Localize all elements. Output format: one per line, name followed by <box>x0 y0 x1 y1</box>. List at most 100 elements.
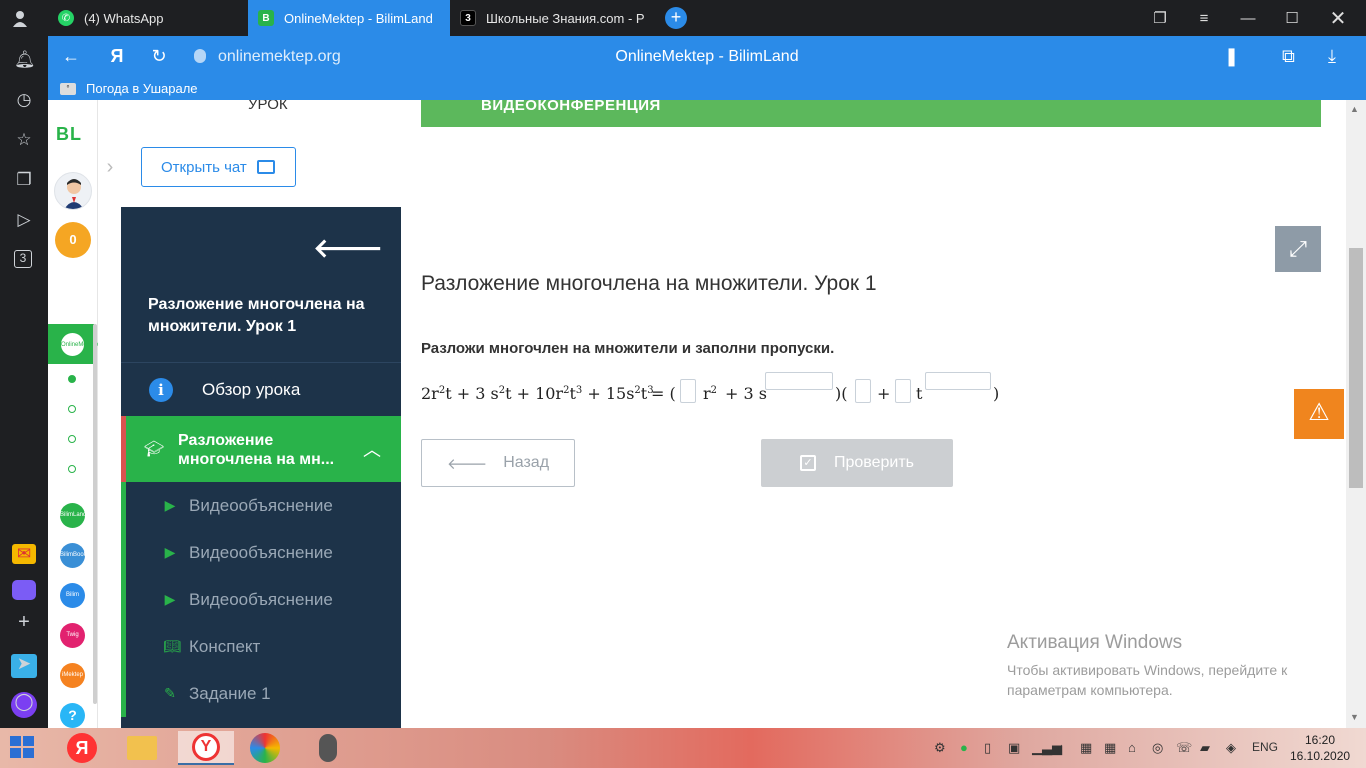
eq-plus: + <box>877 384 891 403</box>
file-explorer-icon[interactable] <box>117 731 167 765</box>
tab-whatsapp[interactable]: ✆ (4) WhatsApp <box>48 0 248 36</box>
answer-blank-3[interactable] <box>855 379 871 403</box>
chevron-up-icon[interactable]: ︿ <box>363 436 381 462</box>
translate-icon[interactable]: ⧉ <box>1282 46 1295 67</box>
checkbox-icon: ✓ <box>799 455 816 471</box>
user-profile-icon[interactable] <box>10 8 30 28</box>
clock-date: 16.10.2020 <box>1290 749 1351 763</box>
onlinemektep-service-icon[interactable]: OnlineMektep <box>60 332 98 357</box>
back-button[interactable]: 🡐 Назад <box>421 439 575 487</box>
answer-blank-4[interactable] <box>895 379 911 403</box>
fullscreen-button[interactable]: ⤢ <box>1275 226 1321 272</box>
scroll-down-icon[interactable]: ▼ <box>1350 712 1359 722</box>
system-clock[interactable]: 16:20 16.10.2020 <box>1290 732 1350 764</box>
znanija-side-icon[interactable]: 3 <box>14 250 32 268</box>
menu-subitem-video-3[interactable]: ▶ Видеообъяснение <box>121 576 401 623</box>
left-panel-scrollbar[interactable] <box>93 324 97 704</box>
tray-icon-6[interactable]: ◈ <box>1226 740 1236 756</box>
bilimbook-service-icon[interactable]: BilimBook <box>60 543 87 568</box>
history-icon[interactable]: ◷ <box>14 90 34 110</box>
equation-lhs: 2r2t + 3 s2t + 10r2t3 + 15s2t3 <box>421 384 654 403</box>
chevron-right-icon[interactable]: › <box>98 148 122 188</box>
bilim-service-icon[interactable]: Bilim <box>60 583 85 608</box>
yandex-browser-taskbar-icon[interactable]: Y <box>178 731 234 765</box>
menu-subitem-video-1[interactable]: ▶ Видеообъяснение <box>121 482 401 529</box>
twig-service-icon[interactable]: Twig <box>60 623 85 648</box>
minimize-button[interactable]: — <box>1226 0 1270 36</box>
page-scrollbar[interactable]: ▲ ▼ <box>1346 100 1366 728</box>
tray-icon-4[interactable]: ◎ <box>1152 740 1163 756</box>
report-problem-button[interactable]: ⚠ <box>1294 389 1344 439</box>
tray-device-icon[interactable]: ▣ <box>1008 740 1020 756</box>
answer-blank-2[interactable] <box>765 372 833 390</box>
menu-subitem-task-1[interactable]: ✎ Задание 1 <box>121 670 401 717</box>
nav-dot[interactable] <box>68 405 76 413</box>
tab-znanija[interactable]: 3 Школьные Знания.com - Р <box>450 0 650 36</box>
language-indicator[interactable]: ENG <box>1252 740 1278 754</box>
videoconference-tab[interactable]: ВИДЕОКОНФЕРЕНЦИЯ <box>421 100 1321 127</box>
play-icon: ▶ <box>164 497 176 513</box>
tray-phone-icon[interactable]: ▯ <box>984 740 991 756</box>
bookmark-icon[interactable]: ❚ <box>1224 46 1239 67</box>
lesson-menu: 🡐 Разложение многочлена на множители. Ур… <box>121 207 401 728</box>
menu-item-overview[interactable]: i Обзор урока <box>121 364 401 416</box>
tray-icon-1[interactable]: ▦ <box>1080 740 1092 756</box>
download-icon[interactable]: ⤓ <box>1328 46 1336 67</box>
answer-blank-1[interactable] <box>680 379 696 403</box>
nvidia-icon[interactable]: ▰ <box>1200 740 1210 756</box>
open-chat-button[interactable]: Открыть чат <box>141 147 296 187</box>
tray-app-icon[interactable]: ● <box>960 740 968 755</box>
imektep-service-icon[interactable]: iMektep <box>60 663 85 688</box>
close-button[interactable]: ✕ <box>1316 0 1360 36</box>
menu-subitem-summary[interactable]: 📖︎ Конспект <box>121 623 401 670</box>
alice-icon[interactable]: ◯ <box>11 692 37 718</box>
nav-dot[interactable] <box>68 375 76 383</box>
mail-icon[interactable]: ✉ <box>12 544 36 564</box>
browser-tab-strip: ✆ (4) WhatsApp B OnlineMektep - BilimLan… <box>0 0 1366 36</box>
send-icon[interactable]: ➤ <box>11 654 37 678</box>
url-field[interactable]: onlinemektep.org <box>188 43 1268 71</box>
tray-icon-2[interactable]: ▦ <box>1104 740 1116 756</box>
yandex-app-icon[interactable]: Я <box>57 731 107 765</box>
tab-onlinemektep[interactable]: B OnlineMektep - BilimLand <box>248 0 450 36</box>
check-button[interactable]: ✓ Проверить <box>761 439 953 487</box>
mouse-app-icon[interactable] <box>303 731 353 765</box>
answer-blank-5[interactable] <box>925 372 991 390</box>
arrow-left-icon[interactable]: 🡐 <box>313 233 383 264</box>
nav-dot[interactable] <box>68 465 76 473</box>
volume-icon[interactable]: 🔈︎ <box>1058 740 1066 756</box>
star-icon[interactable]: ☆ <box>14 130 34 150</box>
scrollbar-thumb[interactable] <box>1349 248 1363 488</box>
bell-icon[interactable]: 🔔︎ <box>14 50 36 70</box>
back-arrow-icon[interactable]: ← <box>60 46 82 67</box>
windows-start-icon[interactable] <box>10 736 36 760</box>
hamburger-menu-icon[interactable]: ≡ <box>1182 0 1226 36</box>
reload-icon[interactable]: ↻ <box>148 46 170 67</box>
play-icon: ▶ <box>164 591 176 607</box>
tray-network-icon[interactable]: ⚙ <box>934 740 946 756</box>
new-tab-button[interactable]: + <box>665 7 687 29</box>
yandex-logo[interactable]: Я <box>106 46 128 67</box>
paint-app-icon[interactable] <box>240 731 290 765</box>
nav-dot[interactable] <box>68 435 76 443</box>
play-circle-icon[interactable]: ▷ <box>14 210 34 230</box>
add-panel-icon[interactable]: + <box>14 612 34 632</box>
bl-logo[interactable]: BL <box>56 124 82 145</box>
info-icon: i <box>149 378 173 402</box>
messenger-icon[interactable] <box>12 580 36 600</box>
collections-icon[interactable]: ❐ <box>14 170 34 190</box>
help-icon[interactable]: ? <box>60 703 85 728</box>
tabs-menu-icon[interactable]: ❐ <box>1138 0 1182 36</box>
bookmark-weather[interactable]: ° Погода в Ушарале <box>60 81 198 96</box>
tray-icon-5[interactable]: ☏ <box>1176 740 1192 756</box>
menu-section-current[interactable]: 🎓︎ Разложение многочлена на мн... ︿ <box>121 416 401 482</box>
menu-subitem-video-2[interactable]: ▶ Видеообъяснение <box>121 529 401 576</box>
coins-badge[interactable]: 0 <box>55 222 91 258</box>
open-chat-label: Открыть чат <box>161 158 247 176</box>
bilimland-service-icon[interactable]: BilimLand <box>60 503 86 528</box>
tray-icon-3[interactable]: ⌂ <box>1128 740 1136 755</box>
maximize-button[interactable]: ☐ <box>1270 0 1314 36</box>
scroll-up-icon[interactable]: ▲ <box>1350 104 1359 114</box>
lesson-tab[interactable]: УРОК <box>248 100 288 113</box>
avatar[interactable] <box>54 172 92 210</box>
